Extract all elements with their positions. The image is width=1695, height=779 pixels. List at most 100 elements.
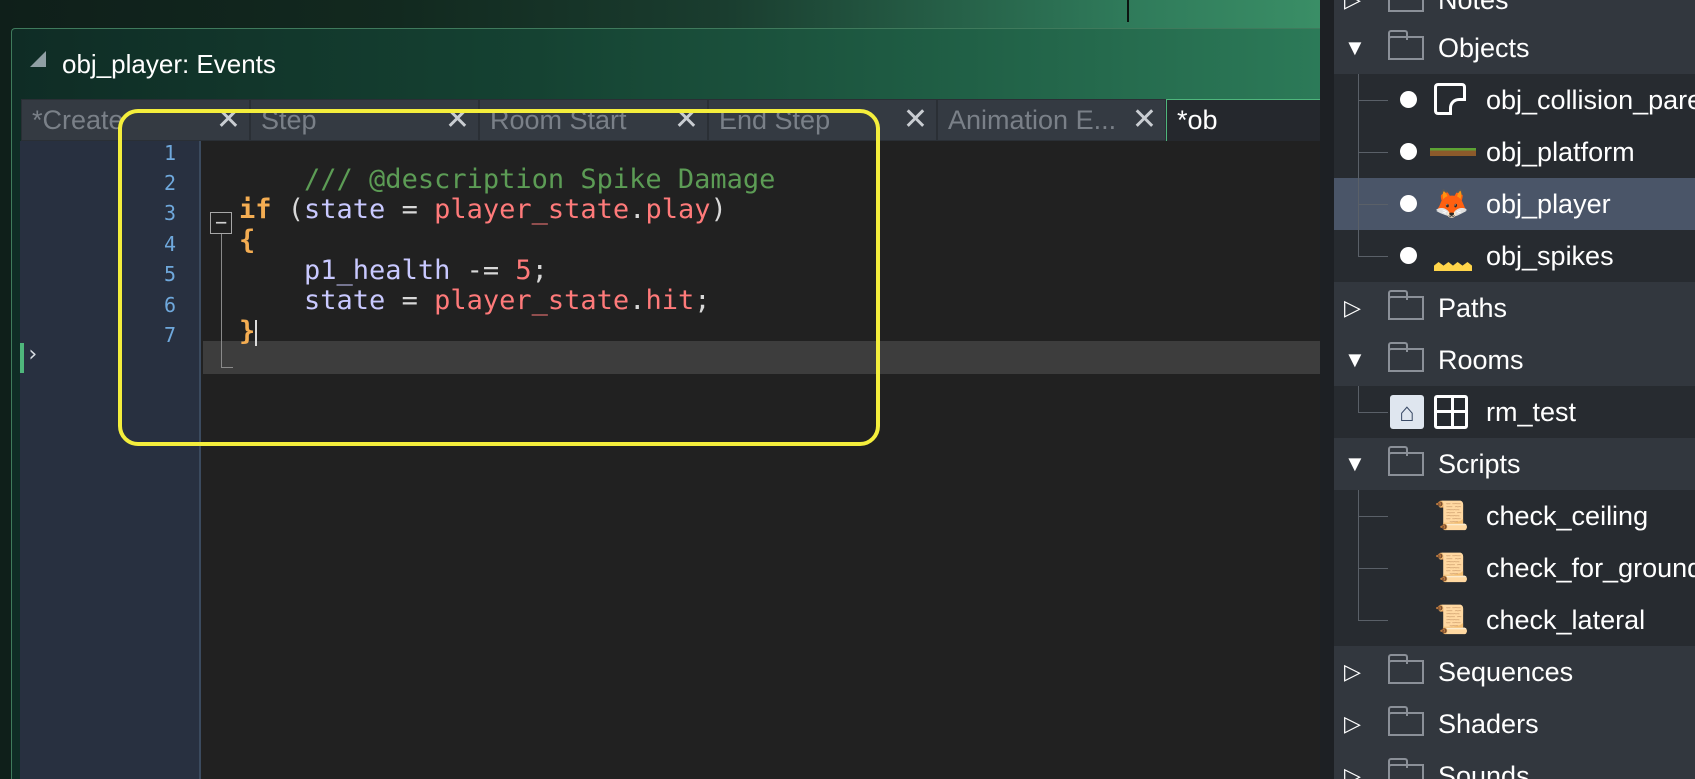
folder-icon — [1388, 290, 1424, 320]
changed-line-marker — [20, 343, 24, 373]
tree-item-obj-collision-parent[interactable]: obj_collision_parent — [1334, 74, 1695, 126]
line-number: 4 — [163, 232, 176, 256]
tree-group-sequences[interactable]: ▷ Sequences — [1334, 646, 1695, 698]
asset-browser: ▷ Notes ▼ Objects obj_collision_parent o… — [1320, 0, 1695, 779]
tab-collision-spikes[interactable]: *ob — [1166, 99, 1321, 141]
code-editor[interactable]: › 1 2 3 4 5 6 7 − /// @description Spike… — [20, 141, 1323, 779]
spikes-sprite-icon — [1434, 262, 1472, 271]
close-icon[interactable]: ✕ — [216, 100, 241, 140]
script-icon: 📜 — [1434, 552, 1469, 583]
folder-icon — [1388, 30, 1424, 60]
tree-branch — [1358, 568, 1388, 569]
script-icon: 📜 — [1434, 604, 1469, 635]
collapse-arrow-icon[interactable]: ▼ — [1344, 334, 1366, 386]
expand-arrow-icon[interactable]: ▷ — [1344, 750, 1361, 779]
collapse-arrow-icon[interactable]: ▼ — [1344, 22, 1366, 74]
code-punctuation: ( — [271, 194, 305, 225]
object-sprite-icon — [1434, 83, 1466, 115]
tree-branch — [1358, 516, 1388, 517]
expand-arrow-icon[interactable]: ▷ — [1344, 698, 1361, 750]
line-number-gutter: › 1 2 3 4 5 6 7 — [20, 141, 201, 779]
collapse-arrow-icon[interactable]: ▼ — [1344, 438, 1366, 490]
folder-icon — [1388, 446, 1424, 476]
bullet-icon — [1400, 143, 1417, 160]
tree-label: Rooms — [1438, 345, 1524, 375]
code-line-7: } — [239, 316, 258, 347]
tree-group-rooms[interactable]: ▼ Rooms — [1334, 334, 1695, 386]
code-line-3: if (state = player_state.play) — [239, 194, 727, 225]
code-punctuation: . — [629, 194, 646, 225]
expand-arrow-icon[interactable]: ▷ — [1344, 282, 1361, 334]
expand-arrow-icon[interactable]: ▷ — [1344, 646, 1361, 698]
code-punctuation: ; — [531, 255, 548, 286]
script-icon: 📜 — [1434, 500, 1469, 531]
code-enum-member: play — [645, 194, 711, 225]
home-icon: ⌂ — [1390, 395, 1424, 429]
code-punctuation: . — [629, 285, 646, 316]
code-comment: /// @description Spike Damage — [304, 164, 776, 195]
code-punctuation: ; — [694, 285, 711, 316]
tree-item-check-lateral[interactable]: 📜 check_lateral — [1334, 594, 1695, 646]
tree-branch — [1358, 152, 1388, 153]
tree-item-check-ceiling[interactable]: 📜 check_ceiling — [1334, 490, 1695, 542]
close-icon[interactable]: ✕ — [903, 100, 928, 140]
tab-create[interactable]: *Create ✕ — [21, 99, 250, 141]
tab-animation-end[interactable]: Animation E... ✕ — [937, 99, 1166, 141]
tree-label: obj_spikes — [1486, 241, 1614, 271]
tree-line — [1358, 594, 1359, 620]
fold-toggle-icon[interactable]: − — [210, 212, 232, 234]
code-variable: state — [304, 194, 386, 225]
code-brace: } — [239, 316, 256, 347]
code-variable: state — [304, 285, 386, 316]
tree-item-check-for-ground[interactable]: 📜 check_for_ground — [1334, 542, 1695, 594]
tree-label: Shaders — [1438, 709, 1539, 739]
tab-label: Animation E... — [948, 105, 1117, 135]
fold-guide-end — [221, 367, 233, 368]
line-number: 5 — [163, 262, 176, 286]
player-sprite-icon: 🦊 — [1434, 188, 1469, 219]
room-icon — [1434, 395, 1468, 429]
folder-icon — [1388, 706, 1424, 736]
code-enum-member: hit — [645, 285, 695, 316]
folder-icon — [1388, 342, 1424, 372]
tree-branch — [1358, 620, 1388, 621]
current-line-arrow-icon: › — [26, 342, 40, 367]
tree-label: Objects — [1438, 33, 1530, 63]
code-operator: = — [385, 194, 435, 225]
tree-group-shaders[interactable]: ▷ Shaders — [1334, 698, 1695, 750]
close-icon[interactable]: ✕ — [1132, 100, 1157, 140]
line-number: 6 — [163, 293, 176, 317]
tree-group-sounds[interactable]: ▷ Sounds — [1334, 750, 1695, 779]
tree-branch — [1358, 256, 1388, 257]
line-number: 7 — [163, 323, 176, 347]
fold-guide — [221, 223, 222, 368]
tree-group-scripts[interactable]: ▼ Scripts — [1334, 438, 1695, 490]
tab-label: *Create — [32, 105, 124, 135]
tree-label: Sequences — [1438, 657, 1574, 687]
tree-line — [1358, 230, 1359, 256]
tree-group-paths[interactable]: ▷ Paths — [1334, 282, 1695, 334]
tree-item-obj-player[interactable]: 🦊 obj_player — [1334, 178, 1695, 230]
tree-item-obj-spikes[interactable]: obj_spikes — [1334, 230, 1695, 282]
bullet-icon — [1400, 195, 1417, 212]
tree-branch — [1358, 412, 1388, 413]
tree-item-obj-platform[interactable]: obj_platform — [1334, 126, 1695, 178]
tree-label: check_for_ground — [1486, 553, 1695, 583]
tab-label: End Step — [719, 105, 831, 135]
tree-branch — [1358, 204, 1388, 205]
tree-label: check_ceiling — [1486, 501, 1649, 531]
tree-label: Paths — [1438, 293, 1508, 323]
line-number: 3 — [163, 201, 176, 225]
line-number: 2 — [163, 171, 176, 195]
tree-branch — [1358, 100, 1388, 101]
tree-item-rm-test[interactable]: ⌂ rm_test — [1334, 386, 1695, 438]
window-grip-icon[interactable] — [30, 51, 46, 67]
bullet-icon — [1400, 91, 1417, 108]
code-variable: p1_health — [304, 255, 451, 286]
code-line-4: { — [239, 225, 255, 256]
tree-group-objects[interactable]: ▼ Objects — [1334, 22, 1695, 74]
code-line-6: state = player_state.hit; — [239, 285, 710, 316]
tree-label: check_lateral — [1486, 605, 1646, 635]
